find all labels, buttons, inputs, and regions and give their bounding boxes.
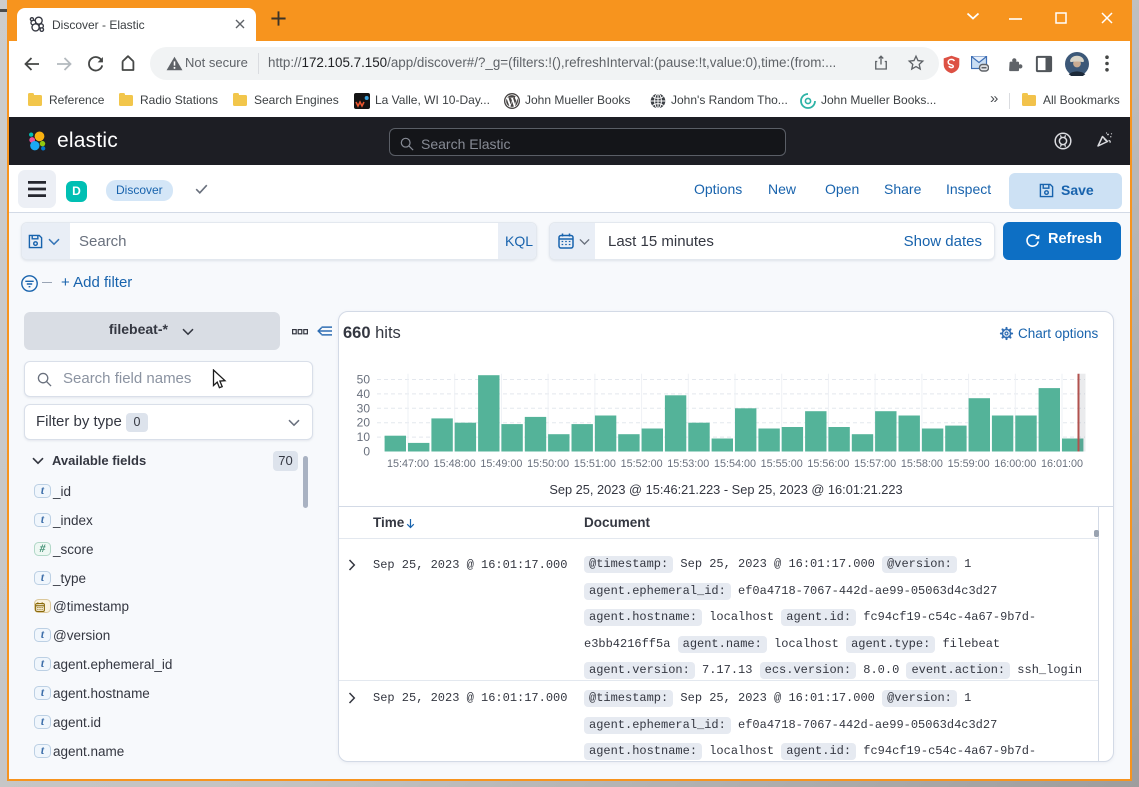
svg-text:0: 0: [363, 445, 370, 459]
svg-text:15:59:00: 15:59:00: [948, 458, 990, 470]
svg-text:15:49:00: 15:49:00: [480, 458, 522, 470]
svg-text:15:56:00: 15:56:00: [807, 458, 849, 470]
svg-text:15:52:00: 15:52:00: [621, 458, 663, 470]
svg-text:30: 30: [357, 401, 371, 415]
svg-text:15:53:00: 15:53:00: [667, 458, 709, 470]
svg-text:15:51:00: 15:51:00: [574, 458, 616, 470]
svg-text:15:57:00: 15:57:00: [854, 458, 896, 470]
svg-text:16:01:00: 16:01:00: [1041, 458, 1083, 470]
svg-text:40: 40: [357, 387, 371, 401]
svg-text:15:47:00: 15:47:00: [387, 458, 429, 470]
svg-text:15:54:00: 15:54:00: [714, 458, 756, 470]
svg-text:15:55:00: 15:55:00: [761, 458, 803, 470]
svg-text:10: 10: [357, 430, 371, 444]
svg-text:15:50:00: 15:50:00: [527, 458, 569, 470]
svg-text:15:58:00: 15:58:00: [901, 458, 943, 470]
svg-text:20: 20: [357, 416, 371, 430]
svg-text:15:48:00: 15:48:00: [434, 458, 476, 470]
svg-text:50: 50: [357, 373, 371, 387]
svg-text:16:00:00: 16:00:00: [994, 458, 1036, 470]
